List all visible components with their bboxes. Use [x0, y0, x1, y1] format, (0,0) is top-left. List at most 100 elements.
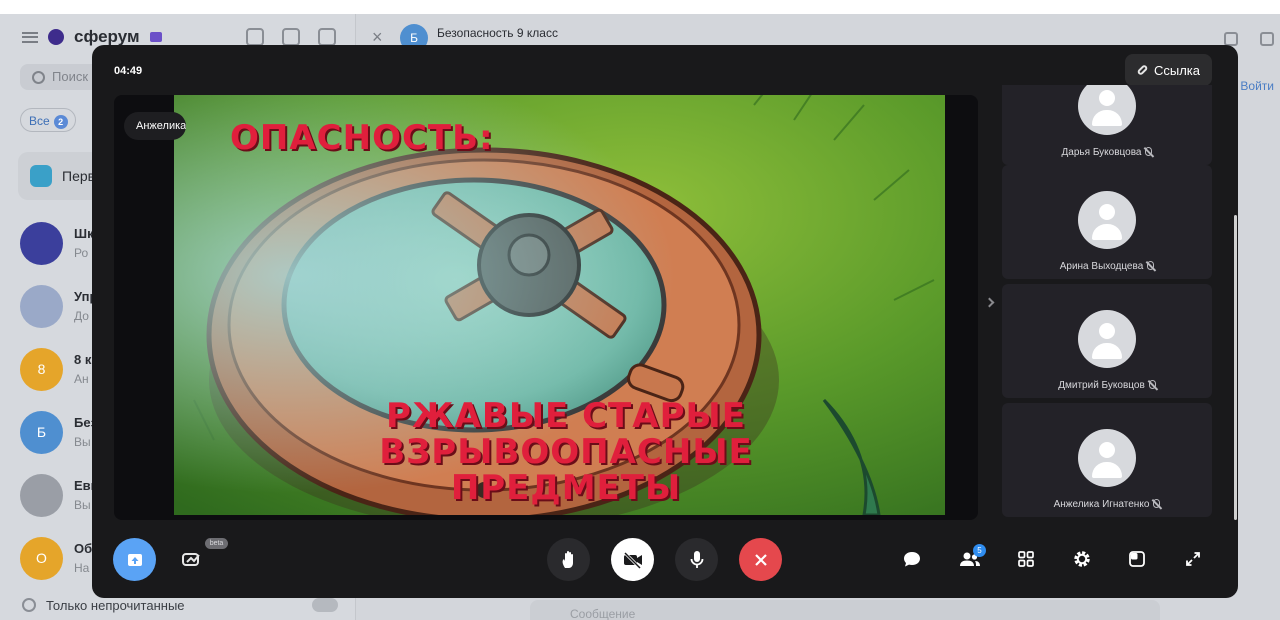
chat-preview: На [74, 561, 90, 575]
chat-name: Шк [74, 226, 94, 241]
participant-tile[interactable]: Дмитрий Буковцов [1002, 284, 1212, 398]
graduation-cap-icon [149, 32, 162, 42]
chat-header-icons [1224, 32, 1274, 46]
call-add-icon[interactable] [246, 28, 264, 46]
share-screen-button[interactable] [113, 538, 156, 581]
avatar [1078, 429, 1136, 487]
chat-avatar: Б [20, 411, 63, 454]
filter-all-chip[interactable]: Все 2 [20, 108, 76, 132]
mic-off-icon [1145, 147, 1153, 156]
avatar [1078, 310, 1136, 368]
logo-text: сферум [74, 27, 140, 46]
mic-off-icon [1147, 261, 1155, 270]
chat-list-item[interactable]: Упр До [0, 275, 100, 338]
camera-off-icon [623, 551, 642, 569]
compose-icon[interactable] [318, 28, 336, 46]
close-icon [754, 553, 767, 566]
chat-avatar [20, 222, 63, 265]
chat-title: Безопасность 9 класс [437, 26, 558, 40]
chat-avatar: 8 [20, 348, 63, 391]
settings-button[interactable] [1066, 543, 1098, 575]
close-chat-icon[interactable]: × [372, 28, 383, 46]
beta-badge: beta [205, 538, 228, 549]
participant-tile[interactable]: Арина Выходцева [1002, 165, 1212, 279]
grid-layout-button[interactable] [1010, 543, 1042, 575]
participant-name: Арина Выходцева [1059, 261, 1144, 272]
participant-name: Дарья Буковцова [1061, 147, 1142, 158]
chat-list-item[interactable]: Евг Вы [0, 464, 100, 527]
chat-list-item[interactable]: 8 8 к Ан [0, 338, 100, 401]
effects-button[interactable] [176, 543, 208, 575]
chat-preview: Ан [74, 372, 89, 386]
header-icons [246, 28, 336, 46]
end-call-button[interactable] [739, 538, 782, 581]
join-call-link[interactable]: Войти [1240, 79, 1274, 93]
hand-icon [562, 550, 573, 568]
speaker-name-tag: Анжелика [124, 112, 186, 140]
screen-share-stage: ОПАСНОСТЬ: РЖАВЫЕ СТАРЫЕ ВЗРЫВООПАСНЫЕ П… [114, 95, 978, 520]
fullscreen-button[interactable] [1177, 543, 1209, 575]
call-window: 04:49 Ссылка ОПАСНОСТЬ: РЖАВЫЕ СТАРЫЕ ВЗ… [92, 45, 1238, 598]
chat-list-item[interactable]: Б Без Вы [0, 401, 100, 464]
chat-avatar [20, 285, 63, 328]
top-strip [0, 0, 1280, 14]
folder-icon [30, 165, 52, 187]
avatar [1078, 85, 1136, 135]
unread-icon [22, 598, 36, 612]
pinned-label: Перв [62, 168, 96, 184]
menu-icon[interactable] [22, 31, 38, 43]
participant-name-row: Дмитрий Буковцов [1002, 380, 1212, 391]
archive-icon[interactable] [282, 28, 300, 46]
participants-panel: Дарья Буковцова Арина Выходцева Дмитрий Бу… [1002, 85, 1212, 559]
mic-off-icon [1148, 380, 1156, 389]
unread-only-label: Только непрочитанные [46, 597, 185, 613]
fullscreen-icon [1186, 552, 1200, 566]
chat-list-item[interactable]: Шк Ро [0, 212, 100, 275]
chat-list-item[interactable]: О Об На [0, 527, 100, 590]
participant-tile[interactable]: Анжелика Игнатенко [1002, 403, 1212, 517]
gear-icon [1074, 551, 1090, 567]
more-icon[interactable] [1260, 32, 1274, 46]
participant-name-row: Анжелика Игнатенко [1002, 499, 1212, 510]
camera-toggle-button[interactable] [611, 538, 654, 581]
participant-tile[interactable]: Дарья Буковцова [1002, 85, 1212, 165]
slide-caption: РЖАВЫЕ СТАРЫЕ ВЗРЫВООПАСНЫЕ ПРЕДМЕТЫ [266, 398, 866, 506]
chat-avatar [20, 474, 63, 517]
chat-name: Об [74, 541, 93, 556]
presentation-slide: ОПАСНОСТЬ: РЖАВЫЕ СТАРЫЕ ВЗРЫВООПАСНЫЕ П… [174, 95, 945, 515]
picture-in-picture-button[interactable] [1121, 543, 1153, 575]
participant-name-row: Дарья Буковцова [1002, 147, 1212, 158]
unread-toggle[interactable] [312, 598, 338, 612]
message-input[interactable]: Сообщение [530, 600, 1160, 620]
chat-button[interactable] [896, 543, 928, 575]
participant-name-row: Арина Выходцева [1002, 261, 1212, 272]
chat-preview: Ро [74, 246, 89, 260]
participants-count-badge: 5 [973, 544, 986, 557]
link-label: Ссылка [1153, 62, 1201, 78]
participant-name: Анжелика Игнатенко [1053, 499, 1150, 510]
phone-icon[interactable] [1224, 32, 1238, 46]
slide-caption-line2: ВЗРЫВООПАСНЫЕ ПРЕДМЕТЫ [379, 432, 753, 508]
chat-avatar: О [20, 537, 63, 580]
pip-icon [1129, 551, 1145, 567]
grid-icon [1018, 551, 1034, 567]
microphone-icon [690, 550, 703, 568]
effects-icon [182, 553, 200, 566]
upload-icon [127, 553, 142, 566]
mic-off-icon [1153, 499, 1161, 508]
raise-hand-button[interactable] [547, 538, 590, 581]
filter-label: Все [29, 114, 50, 128]
copy-link-button[interactable]: Ссылка [1125, 54, 1212, 86]
call-timer: 04:49 [114, 65, 143, 77]
logo-icon [48, 29, 64, 45]
chevron-right-icon[interactable] [984, 297, 995, 308]
microphone-button[interactable] [675, 538, 718, 581]
chat-list: Шк Ро Упр До 8 8 к Ан Б Без Вы Евг Вы О Об На [0, 212, 100, 590]
chat-bubble-icon [904, 552, 920, 567]
chat-preview: Вы [74, 498, 91, 512]
chat-name: 8 к [74, 352, 92, 367]
slide-caption-line1: РЖАВЫЕ СТАРЫЕ [386, 396, 746, 436]
participants-scrollbar[interactable] [1234, 215, 1237, 520]
participant-name: Дмитрий Буковцов [1058, 380, 1145, 391]
link-icon [1136, 63, 1149, 77]
